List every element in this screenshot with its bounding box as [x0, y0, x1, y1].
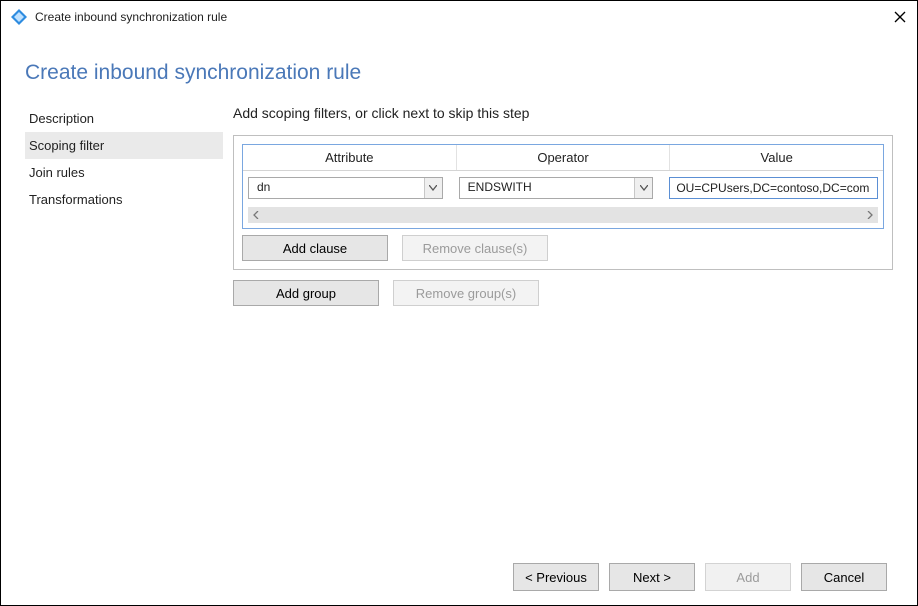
add-clause-button[interactable]: Add clause — [242, 235, 388, 261]
remove-clause-button[interactable]: Remove clause(s) — [402, 235, 548, 261]
wizard-sidebar: Description Scoping filter Join rules Tr… — [25, 105, 223, 306]
sidebar-item-scoping-filter[interactable]: Scoping filter — [25, 132, 223, 159]
cancel-button[interactable]: Cancel — [801, 563, 887, 591]
app-icon — [11, 9, 27, 25]
previous-button[interactable]: < Previous — [513, 563, 599, 591]
scroll-right-icon[interactable] — [862, 207, 878, 223]
sidebar-item-description[interactable]: Description — [25, 105, 223, 132]
page-title: Create inbound synchronization rule — [1, 33, 917, 105]
scroll-left-icon[interactable] — [248, 207, 264, 223]
sidebar-item-transformations[interactable]: Transformations — [25, 186, 223, 213]
column-header-attribute: Attribute — [243, 145, 457, 170]
next-button[interactable]: Next > — [609, 563, 695, 591]
scroll-track[interactable] — [264, 207, 862, 223]
scoping-filter-group: Attribute Operator Value dn ENDSWITH — [233, 135, 893, 270]
add-button[interactable]: Add — [705, 563, 791, 591]
close-icon[interactable] — [893, 10, 907, 24]
attribute-select[interactable]: dn — [248, 177, 443, 199]
value-input[interactable] — [669, 177, 878, 199]
operator-select[interactable]: ENDSWITH — [459, 177, 654, 199]
column-header-operator: Operator — [457, 145, 671, 170]
window-title: Create inbound synchronization rule — [35, 10, 893, 24]
column-header-value: Value — [670, 145, 883, 170]
clause-grid: Attribute Operator Value dn ENDSWITH — [242, 144, 884, 229]
step-instruction: Add scoping filters, or click next to sk… — [233, 105, 893, 121]
horizontal-scrollbar[interactable] — [248, 207, 878, 223]
sidebar-item-join-rules[interactable]: Join rules — [25, 159, 223, 186]
remove-group-button[interactable]: Remove group(s) — [393, 280, 539, 306]
add-group-button[interactable]: Add group — [233, 280, 379, 306]
